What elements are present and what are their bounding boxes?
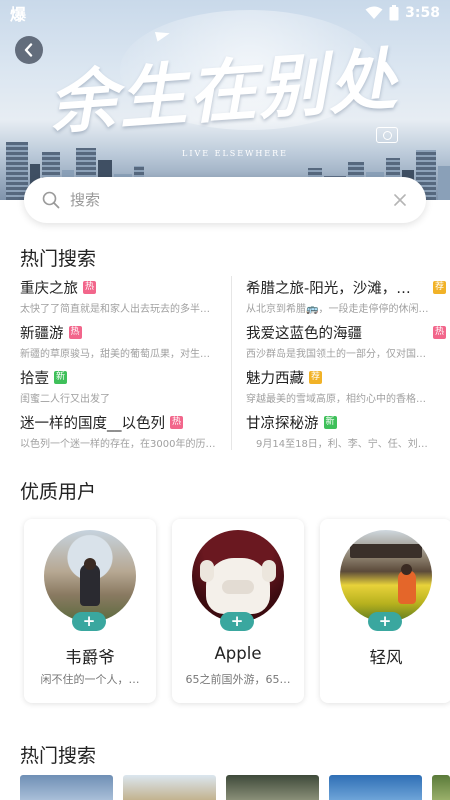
hot-search-right-column: 希腊之旅-阳光，沙滩，… 荐 从北京到希腊🚌，一段走走停停的休闲… 我爱这蓝色的海… [246, 276, 446, 456]
recommend-badge: 荐 [433, 280, 446, 294]
hot-search-item[interactable]: 希腊之旅-阳光，沙滩，… 荐 从北京到希腊🚌，一段走走停停的休闲… [246, 276, 446, 321]
user-bio: 闲不住的一个人，… [40, 673, 140, 686]
search-input[interactable] [70, 191, 390, 209]
hot-item-title: 希腊之旅-阳光，沙滩，… [246, 280, 411, 297]
screen: 余生在别处 LIVE ELSEWHERE 爆 3:58 搜索 热门搜索 重庆之旅… [0, 0, 450, 800]
user-card[interactable]: + 韦爵爷 闲不住的一个人，… [24, 519, 156, 703]
back-button[interactable] [15, 36, 43, 64]
search-bar[interactable] [24, 177, 426, 223]
hot-item-title: 甘凉探秘游 [246, 415, 319, 432]
user-bio: 65之前国外游，65… [185, 673, 291, 686]
banner-image: 余生在别处 LIVE ELSEWHERE [0, 0, 450, 200]
hot-item-desc: 闺蜜二人行又出发了 [20, 394, 110, 405]
hot-item-desc: 西沙群岛是我国领土的一部分，仅对国… [246, 349, 426, 360]
hot-item-title: 新疆游 [20, 325, 64, 342]
user-name: 轻风 [369, 648, 403, 667]
status-bar: 爆 3:58 [0, 0, 450, 26]
hot-item-title: 我爱这蓝色的海疆 [246, 325, 362, 342]
hot-search-left-column: 重庆之旅热 太快了了简直就是和家人出去玩去的多半不… 新疆游热 新疆的草原骏马，… [20, 276, 220, 456]
hot-item-title: 重庆之旅 [20, 280, 78, 297]
hot-search-thumbnails [20, 775, 450, 800]
thumbnail-image[interactable] [123, 775, 216, 800]
new-badge: 新 [54, 370, 67, 384]
hot-item-desc: 太快了了简直就是和家人出去玩去的多半不… [20, 304, 218, 315]
hot-search-title: 热门搜索 [20, 248, 97, 270]
clear-button[interactable] [390, 190, 410, 210]
user-card[interactable]: + 轻风 [320, 519, 450, 703]
quality-users-title: 优质用户 [20, 481, 97, 503]
user-name: Apple [214, 644, 262, 663]
hot-search-bottom-title: 热门搜索 [20, 745, 97, 767]
hot-search-item[interactable]: 重庆之旅热 太快了了简直就是和家人出去玩去的多半不… [20, 276, 220, 321]
user-card[interactable]: + Apple 65之前国外游，65… [172, 519, 304, 703]
status-right: 3:58 [365, 5, 440, 21]
new-badge: 新 [323, 415, 337, 429]
thumbnail-image[interactable] [20, 775, 113, 800]
hot-item-title: 魅力西藏 [246, 370, 304, 387]
hot-item-title: 迷一样的国度__以色列 [20, 415, 165, 432]
hot-item-title: 拾壹 [20, 370, 49, 387]
hot-search-item[interactable]: 新疆游热 新疆的草原骏马，甜美的葡萄瓜果，对生活… [20, 321, 220, 366]
wifi-icon [365, 6, 383, 19]
close-icon [394, 194, 406, 206]
recommend-badge: 荐 [309, 370, 322, 384]
hot-badge: 热 [170, 415, 183, 429]
column-divider [231, 276, 232, 450]
hot-item-desc: 9月14至18日，利、李、宁、任、刘… [256, 439, 428, 450]
hot-search-item[interactable]: 拾壹新 闺蜜二人行又出发了 [20, 366, 220, 411]
quality-users-list: + 韦爵爷 闲不住的一个人，… + Apple 65之前国外游，65… + 轻风 [24, 519, 450, 705]
hot-search-item[interactable]: 迷一样的国度__以色列热 以色列一个迷一样的存在，在3000年的历… [20, 411, 220, 456]
avatar[interactable] [192, 530, 284, 622]
hot-badge: 热 [433, 325, 446, 339]
follow-button[interactable]: + [368, 612, 402, 631]
hot-search-grid: 重庆之旅热 太快了了简直就是和家人出去玩去的多半不… 新疆游热 新疆的草原骏马，… [20, 276, 446, 456]
hot-item-desc: 以色列一个迷一样的存在，在3000年的历… [20, 439, 216, 450]
thumbnail-image[interactable] [226, 775, 319, 800]
hot-search-item[interactable]: 甘凉探秘游新 9月14至18日，利、李、宁、任、刘… [246, 411, 446, 456]
user-name: 韦爵爷 [65, 648, 115, 667]
hot-item-desc: 从北京到希腊🚌，一段走走停停的休闲… [246, 304, 429, 315]
hot-item-desc: 穿越最美的雪域高原，相约心中的香格… [246, 394, 426, 405]
thumbnail-image[interactable] [329, 775, 422, 800]
status-app-glyph: 爆 [10, 5, 27, 24]
status-time: 3:58 [405, 5, 440, 21]
hot-search-item[interactable]: 魅力西藏荐 穿越最美的雪域高原，相约心中的香格… [246, 366, 446, 411]
battery-icon [389, 5, 399, 21]
hot-badge: 热 [68, 325, 82, 339]
search-icon [40, 189, 62, 211]
hot-search-item[interactable]: 我爱这蓝色的海疆 热 西沙群岛是我国领土的一部分，仅对国… [246, 321, 446, 366]
avatar[interactable] [44, 530, 136, 622]
avatar[interactable] [340, 530, 432, 622]
chevron-left-icon [24, 43, 33, 57]
thumbnail-image[interactable] [432, 775, 450, 800]
follow-button[interactable]: + [220, 612, 254, 631]
hot-badge: 热 [83, 280, 96, 294]
follow-button[interactable]: + [72, 612, 106, 631]
hot-item-desc: 新疆的草原骏马，甜美的葡萄瓜果，对生活… [20, 349, 218, 360]
